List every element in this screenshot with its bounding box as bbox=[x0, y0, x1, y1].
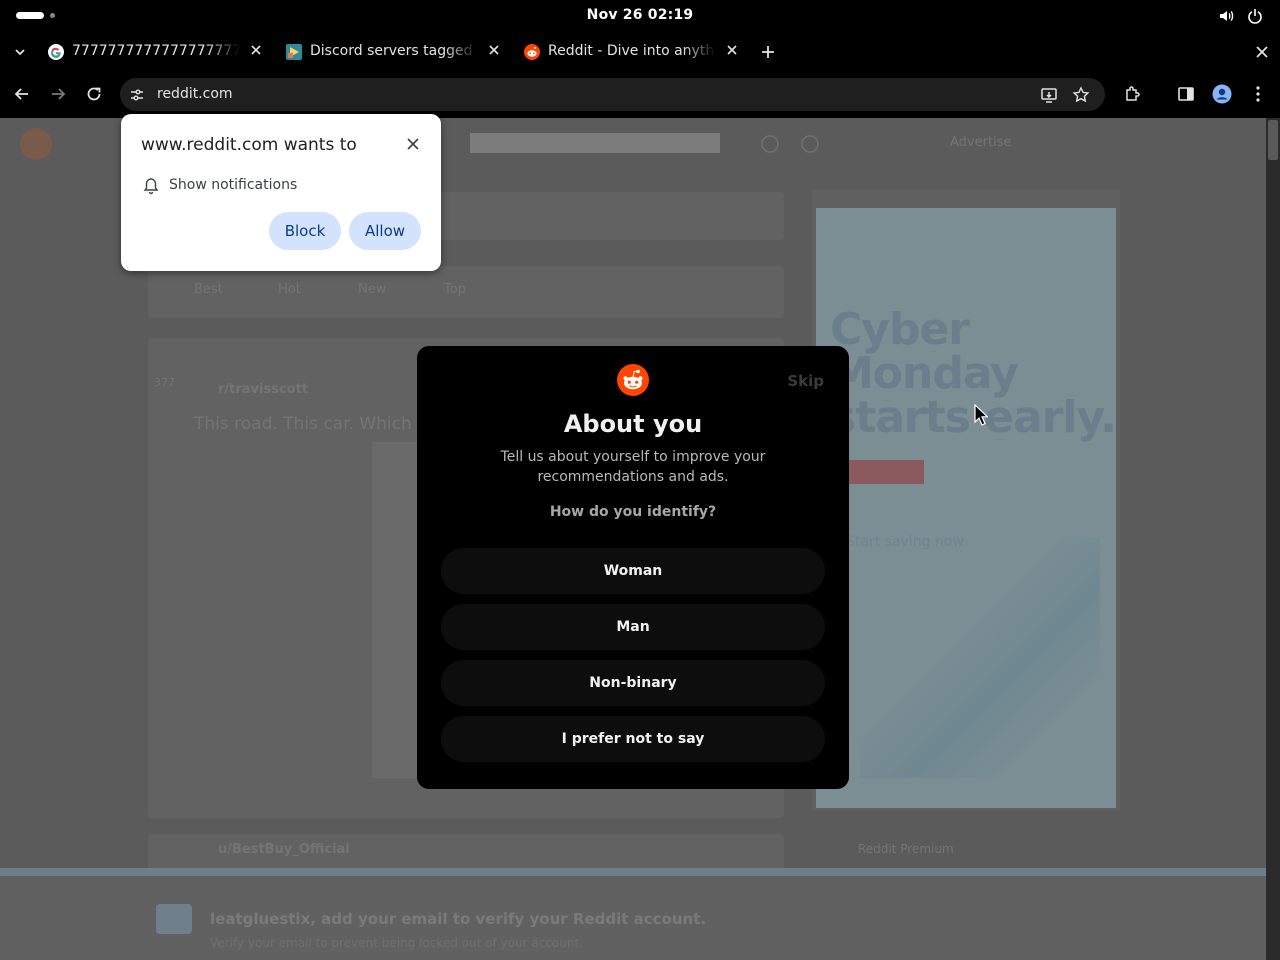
site-info-tune-icon[interactable] bbox=[128, 86, 146, 104]
sort-hot[interactable]: Hot bbox=[278, 282, 301, 297]
mouse-cursor-icon bbox=[974, 404, 988, 426]
new-tab-plus-icon[interactable] bbox=[758, 42, 778, 62]
verify-email-banner: leatgluestix, add your email to verify y… bbox=[0, 876, 1266, 960]
ad-headline-line1: Cyber bbox=[830, 304, 970, 355]
volume-icon[interactable] bbox=[1218, 8, 1234, 24]
ad-headline-line2: Monday bbox=[830, 348, 1019, 399]
banner-subtitle: Verify your email to prevent being locke… bbox=[210, 936, 583, 950]
sort-new[interactable]: New bbox=[358, 282, 386, 297]
ad-headline-line3: starts early. bbox=[830, 392, 1117, 443]
tab-search-chevron-down-icon[interactable] bbox=[10, 42, 30, 62]
modal-title: About you bbox=[563, 410, 703, 438]
bell-icon bbox=[143, 178, 159, 195]
skip-button[interactable]: Skip bbox=[787, 372, 824, 390]
popular-icon[interactable] bbox=[760, 134, 780, 154]
os-top-bar: Nov 26 02:19 bbox=[0, 0, 1280, 32]
tab-strip: 7777777777777777777777 Discord servers t… bbox=[0, 32, 1280, 72]
sort-top[interactable]: Top bbox=[444, 282, 466, 297]
option-non-binary-button[interactable]: Non-binary bbox=[441, 660, 825, 706]
profile-avatar-icon[interactable] bbox=[1212, 84, 1232, 104]
option-prefer-not-to-say-button[interactable]: I prefer not to say bbox=[441, 716, 825, 762]
about-you-modal: Skip About you Tell us about yourself to… bbox=[417, 346, 849, 789]
post-image[interactable] bbox=[372, 442, 418, 778]
feed-sort-bar: Best Hot New Top bbox=[148, 266, 784, 318]
close-icon[interactable] bbox=[406, 137, 420, 151]
scrollbar-thumb[interactable] bbox=[1268, 120, 1278, 160]
kebab-menu-icon[interactable] bbox=[1248, 84, 1268, 104]
reload-icon[interactable] bbox=[84, 84, 104, 104]
option-man-button[interactable]: Man bbox=[441, 604, 825, 650]
reddit-icon bbox=[524, 44, 540, 60]
allow-button[interactable]: Allow bbox=[349, 212, 421, 250]
tab-discord-servers[interactable]: Discord servers tagged with bbox=[286, 38, 512, 66]
discord-servers-favicon bbox=[286, 44, 302, 60]
browser-toolbar: reddit.com bbox=[0, 72, 1280, 118]
sort-best[interactable]: Best bbox=[194, 282, 223, 297]
power-icon[interactable] bbox=[1247, 8, 1263, 24]
tab-google[interactable]: 7777777777777777777777 bbox=[48, 38, 274, 66]
tab-title: Discord servers tagged with bbox=[310, 43, 478, 59]
vote-count: 377 bbox=[154, 376, 175, 389]
reddit-snoo-icon bbox=[617, 364, 649, 396]
bookmark-star-icon[interactable] bbox=[1072, 86, 1090, 104]
side-panel-icon[interactable] bbox=[1176, 84, 1196, 104]
banner-divider bbox=[0, 868, 1266, 876]
address-bar[interactable]: reddit.com bbox=[120, 78, 1105, 111]
advertise-link[interactable]: Advertise bbox=[950, 135, 1011, 150]
page-scrollbar[interactable] bbox=[1266, 118, 1280, 960]
tab-reddit[interactable]: Reddit - Dive into anything bbox=[524, 38, 750, 66]
close-tab-icon[interactable] bbox=[487, 43, 501, 57]
post-title[interactable]: This road. This car. Which s bbox=[194, 414, 426, 434]
banner-title: leatgluestix, add your email to verify y… bbox=[210, 910, 707, 928]
forward-arrow-icon[interactable] bbox=[48, 84, 68, 104]
ad-decoration bbox=[860, 538, 1100, 778]
permission-item: Show notifications bbox=[169, 177, 298, 193]
sidebar-reddit-premium[interactable]: Reddit Premium bbox=[858, 842, 954, 856]
permission-title: www.reddit.com wants to bbox=[141, 135, 357, 155]
close-tab-icon[interactable] bbox=[249, 43, 263, 57]
post-subreddit[interactable]: r/travisscott bbox=[218, 382, 308, 397]
system-clock[interactable]: Nov 26 02:19 bbox=[0, 7, 1280, 23]
reddit-logo[interactable] bbox=[20, 128, 52, 160]
notification-permission-popup: www.reddit.com wants to Show notificatio… bbox=[121, 114, 441, 271]
identify-question: How do you identify? bbox=[549, 504, 717, 520]
tab-title: Reddit - Dive into anything bbox=[548, 43, 716, 59]
tab-title: 7777777777777777777777 bbox=[72, 43, 240, 59]
email-icon bbox=[156, 904, 192, 934]
block-button[interactable]: Block bbox=[269, 212, 341, 250]
post-author[interactable]: u/BestBuy_Official bbox=[218, 842, 350, 857]
install-app-icon[interactable] bbox=[1040, 86, 1058, 104]
close-window-icon[interactable] bbox=[1252, 42, 1272, 62]
google-icon bbox=[48, 44, 64, 60]
chat-icon[interactable] bbox=[800, 134, 820, 154]
ad-badge bbox=[846, 460, 924, 484]
close-tab-icon[interactable] bbox=[725, 43, 739, 57]
ad-small-text: Start saving now bbox=[846, 534, 964, 550]
search-input[interactable] bbox=[470, 133, 720, 153]
url-text[interactable]: reddit.com bbox=[157, 86, 233, 102]
modal-description: Tell us about yourself to improve your r… bbox=[500, 449, 766, 485]
option-woman-button[interactable]: Woman bbox=[441, 548, 825, 594]
extensions-puzzle-icon[interactable] bbox=[1123, 84, 1143, 104]
back-arrow-icon[interactable] bbox=[12, 84, 32, 104]
